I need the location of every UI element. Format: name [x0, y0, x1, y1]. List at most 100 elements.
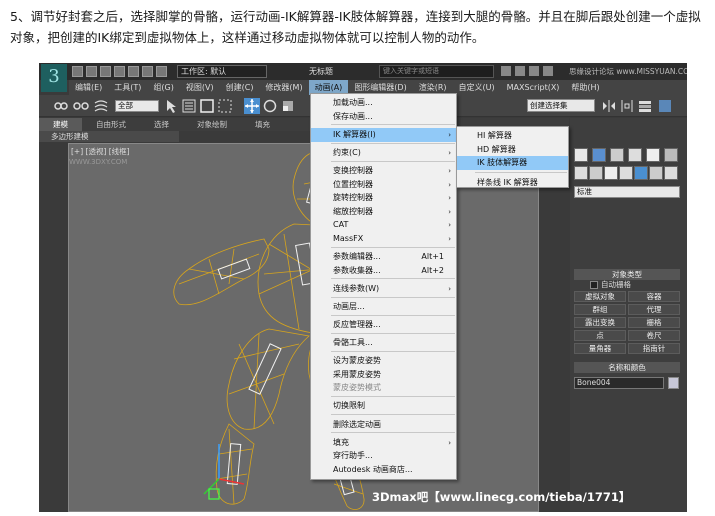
- menu-maxscript[interactable]: MAXScript(X): [501, 80, 566, 95]
- save-file-icon[interactable]: [100, 66, 111, 77]
- systems-icon[interactable]: [664, 166, 678, 180]
- open-file-icon[interactable]: [86, 66, 97, 77]
- animation-menu-item[interactable]: 加载动画...: [311, 96, 456, 110]
- hierarchy-tab-icon[interactable]: [610, 148, 624, 162]
- scale-icon[interactable]: [280, 98, 296, 114]
- expose-tm-button[interactable]: 露出变换: [574, 317, 626, 328]
- redo-icon[interactable]: [128, 66, 139, 77]
- geometry-icon[interactable]: [574, 166, 588, 180]
- new-file-icon[interactable]: [72, 66, 83, 77]
- animation-menu-item[interactable]: 反应管理器...: [311, 318, 456, 332]
- tab-object-paint[interactable]: 对象绘制: [183, 118, 241, 131]
- rotate-icon[interactable]: [262, 98, 278, 114]
- compass-button[interactable]: 指南针: [628, 343, 680, 354]
- search-input[interactable]: 键入关键字或短语: [379, 65, 494, 78]
- animation-menu-item[interactable]: Autodesk 动画商店...: [311, 463, 456, 477]
- move-icon[interactable]: [244, 98, 260, 114]
- align-icon[interactable]: [619, 98, 635, 114]
- menu-help[interactable]: 帮助(H): [565, 80, 605, 95]
- workspace-dropdown[interactable]: 工作区: 默认: [177, 65, 267, 78]
- object-name-field[interactable]: Bone004: [574, 377, 664, 389]
- binoculars-icon[interactable]: [501, 66, 511, 76]
- undo-icon[interactable]: [114, 66, 125, 77]
- menu-group[interactable]: 组(G): [147, 80, 179, 95]
- shapes-icon[interactable]: [589, 166, 603, 180]
- select-by-name-icon[interactable]: [181, 98, 197, 114]
- app-logo-icon[interactable]: 3: [41, 64, 67, 92]
- polygon-modeling-label[interactable]: 多边形建模: [39, 131, 179, 142]
- select-object-icon[interactable]: [163, 98, 179, 114]
- ik-solver-item[interactable]: IK 肢体解算器: [457, 156, 568, 170]
- tab-populate[interactable]: 填充: [241, 118, 284, 131]
- animation-menu-item[interactable]: 连线参数(W) ›: [311, 282, 456, 296]
- animation-menu-item[interactable]: 旋转控制器 ›: [311, 191, 456, 205]
- animation-menu-item[interactable]: MassFX ›: [311, 232, 456, 246]
- animation-menu-item[interactable]: 约束(C) ›: [311, 146, 456, 160]
- hold-icon[interactable]: [142, 66, 153, 77]
- autogrid-checkbox[interactable]: 自动栅格: [590, 279, 631, 290]
- display-tab-icon[interactable]: [646, 148, 660, 162]
- animation-menu-item[interactable]: 填充 ›: [311, 436, 456, 450]
- link-icon[interactable]: [53, 98, 69, 114]
- menu-modifiers[interactable]: 修改器(M): [259, 80, 308, 95]
- animation-menu-item[interactable]: 穿行助手...: [311, 449, 456, 463]
- utilities-tab-icon[interactable]: [664, 148, 678, 162]
- dummy-button[interactable]: 虚拟对象: [574, 291, 626, 302]
- mirror-icon[interactable]: [601, 98, 617, 114]
- ik-solver-item[interactable]: 样条线 IK 解算器: [457, 176, 568, 190]
- protractor-button[interactable]: 量角器: [574, 343, 626, 354]
- tape-button[interactable]: 卷尺: [628, 330, 680, 341]
- motion-tab-icon[interactable]: [628, 148, 642, 162]
- fetch-icon[interactable]: [156, 66, 167, 77]
- material-editor-icon[interactable]: [657, 98, 673, 114]
- name-color-rollout[interactable]: 名称和颜色: [574, 362, 680, 373]
- create-tab-icon[interactable]: [574, 148, 588, 162]
- container-button[interactable]: 容器: [628, 291, 680, 302]
- animation-menu-item[interactable]: 缩放控制器 ›: [311, 205, 456, 219]
- tools-icon[interactable]: [515, 66, 525, 76]
- star-icon[interactable]: [529, 66, 539, 76]
- menu-create[interactable]: 创建(C): [220, 80, 260, 95]
- menu-edit[interactable]: 编辑(E): [69, 80, 108, 95]
- bind-space-warp-icon[interactable]: [93, 98, 109, 114]
- animation-menu-item[interactable]: 切换限制: [311, 399, 456, 413]
- animation-menu-item[interactable]: 位置控制器 ›: [311, 178, 456, 192]
- ik-solver-item[interactable]: HD 解算器: [457, 143, 568, 157]
- animation-menu-item[interactable]: 变换控制器 ›: [311, 164, 456, 178]
- lights-icon[interactable]: [604, 166, 618, 180]
- animation-menu-item[interactable]: CAT ›: [311, 218, 456, 232]
- modify-tab-icon[interactable]: [592, 148, 606, 162]
- menu-views[interactable]: 视图(V): [180, 80, 220, 95]
- animation-menu-item[interactable]: 参数收集器... Alt+2: [311, 264, 456, 278]
- animation-menu-item[interactable]: 骨骼工具...: [311, 336, 456, 350]
- window-crossing-icon[interactable]: [217, 98, 233, 114]
- menu-tools[interactable]: 工具(T): [108, 80, 147, 95]
- rectangular-selection-icon[interactable]: [199, 98, 215, 114]
- layer-explorer-icon[interactable]: [637, 98, 653, 114]
- tab-freeform[interactable]: 自由形式: [82, 118, 140, 131]
- space-warps-icon[interactable]: [649, 166, 663, 180]
- unlink-icon[interactable]: [73, 98, 89, 114]
- tab-modeling[interactable]: 建模: [39, 118, 82, 131]
- animation-menu-item[interactable]: 动画层...: [311, 300, 456, 314]
- crowd-button[interactable]: 群组: [574, 304, 626, 315]
- cameras-icon[interactable]: [619, 166, 633, 180]
- help-icon[interactable]: [543, 66, 553, 76]
- animation-menu-item[interactable]: IK 解算器(I) ›: [311, 127, 456, 142]
- animation-menu-item[interactable]: 删除选定动画: [311, 418, 456, 432]
- selection-filter-dropdown[interactable]: 全部: [115, 100, 159, 112]
- category-dropdown[interactable]: 标准: [574, 186, 680, 198]
- animation-menu-item[interactable]: 采用蒙皮姿势: [311, 368, 456, 382]
- menu-customize[interactable]: 自定义(U): [453, 80, 501, 95]
- grid-button[interactable]: 栅格: [628, 317, 680, 328]
- helpers-icon[interactable]: [634, 166, 648, 180]
- object-color-swatch[interactable]: [668, 377, 679, 389]
- tab-selection[interactable]: 选择: [140, 118, 183, 131]
- autogrid-check-icon[interactable]: [590, 280, 598, 289]
- perspective-viewport[interactable]: [+] [透视] [线框] WWW.3DXY.COM: [68, 143, 539, 512]
- animation-menu-item[interactable]: 设为蒙皮姿势: [311, 354, 456, 368]
- point-button[interactable]: 点: [574, 330, 626, 341]
- animation-menu-item[interactable]: 保存动画...: [311, 110, 456, 124]
- ik-solver-item[interactable]: HI 解算器: [457, 129, 568, 143]
- delegate-button[interactable]: 代理: [628, 304, 680, 315]
